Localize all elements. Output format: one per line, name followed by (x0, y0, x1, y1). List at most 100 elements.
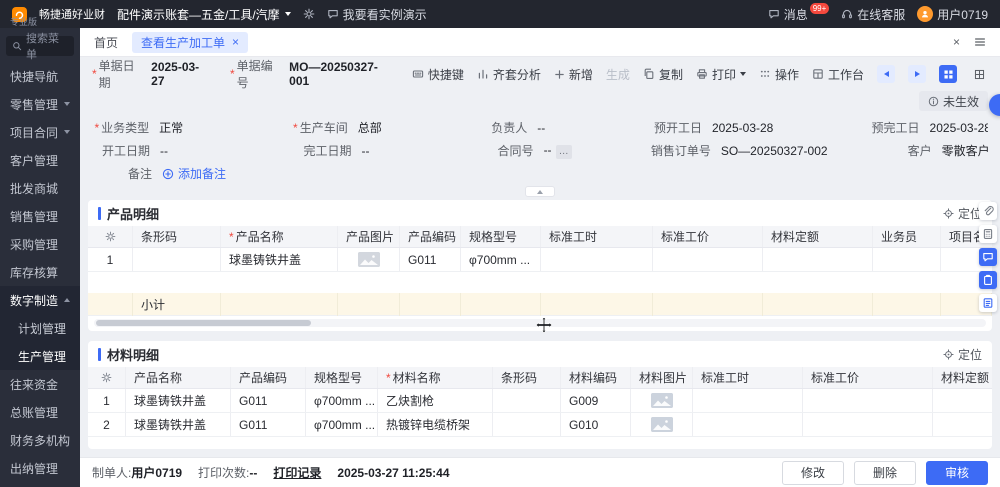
sidebar-item-project-contract[interactable]: 项目合同 (0, 118, 80, 146)
cell-material-code: G009 (561, 389, 631, 412)
contract-expand-button[interactable]: … (556, 145, 572, 159)
modify-button[interactable]: 修改 (782, 461, 844, 485)
paperclip-icon[interactable] (979, 202, 997, 220)
topbar: 畅捷通好业财 配件演示账套—五金/工具/汽摩 我要看实例演示 消息 (0, 0, 1000, 28)
demo-link[interactable]: 我要看实例演示 (327, 6, 427, 23)
col-material-quota: 材料定额 (933, 367, 992, 388)
workbench-button[interactable]: 工作台 (812, 66, 864, 83)
messages-badge: 99+ (810, 3, 830, 14)
product-detail-panel: 产品明细 定位 条形码 *产品名称 产品图片 产品编码 规格型号 标准工时 标准… (88, 200, 992, 331)
generate-button: 生成 (606, 66, 630, 83)
cell-barcode (133, 248, 221, 271)
column-settings-gear-icon[interactable] (88, 226, 133, 247)
material-thumbnail[interactable] (651, 393, 673, 408)
col-spec: 规格型号 (461, 226, 541, 247)
sidebar-item-quick-nav[interactable]: 快捷导航 (0, 62, 80, 90)
sidebar-item-sales[interactable]: 销售管理 (0, 202, 80, 230)
chevron-down-icon (64, 102, 70, 106)
chevron-down-icon (285, 12, 291, 16)
info-icon (928, 96, 939, 107)
add-remark-link[interactable]: 添加备注 (162, 165, 226, 182)
floating-toolbar (979, 202, 997, 312)
cell-material-name: 热镀锌电缆桥架 (378, 413, 493, 436)
doc-date-value: 2025-03-27 (151, 60, 208, 88)
field-value-start-date: -- (160, 144, 274, 158)
col-material-quota: 材料定额 (763, 226, 873, 247)
sidebar-item-cashier[interactable]: 出纳管理 (0, 454, 80, 482)
material-locate-button[interactable]: 定位 (943, 346, 982, 363)
next-record-button[interactable] (908, 65, 926, 83)
grid-view-button[interactable] (970, 65, 988, 83)
sidebar-group-digital-manufacturing: 数字制造 计划管理 生产管理 (0, 286, 80, 370)
prev-record-button[interactable] (877, 65, 895, 83)
sidebar-item-retail[interactable]: 零售管理 (0, 90, 80, 118)
sidebar-item-purchase[interactable]: 采购管理 (0, 230, 80, 258)
shortcut-button[interactable]: 快捷键 (412, 66, 464, 83)
audit-button[interactable]: 审核 (926, 461, 988, 485)
message-icon (768, 8, 780, 20)
creator-field: 制单人:用户0719 (92, 464, 182, 481)
field-label-remark: 备注 (92, 165, 162, 182)
notebook-icon[interactable] (979, 294, 997, 312)
sidebar-item-wholesale-mall[interactable]: 批发商城 (0, 174, 80, 202)
column-settings-gear-icon[interactable] (88, 367, 126, 388)
product-panel-title: 产品明细 (98, 204, 159, 223)
tab-list-icon[interactable] (974, 36, 986, 48)
demo-link-label: 我要看实例演示 (343, 6, 427, 23)
field-value-business-type: 正常 (159, 119, 271, 136)
clipboard-float-icon[interactable] (979, 271, 997, 289)
settings-gear-icon[interactable] (303, 8, 315, 20)
user-menu[interactable]: 用户0719 (917, 6, 988, 23)
support-button[interactable]: 在线客服 (841, 6, 905, 23)
sidebar-item-general-ledger[interactable]: 总账管理 (0, 398, 80, 426)
chevron-down-icon (64, 130, 70, 134)
cell-material-image[interactable] (631, 413, 693, 436)
delete-button[interactable]: 删除 (854, 461, 916, 485)
sidebar-item-plan-mgmt[interactable]: 计划管理 (0, 314, 80, 342)
cell-spec: φ700mm ... (306, 389, 378, 412)
messages-button[interactable]: 消息 99+ (768, 6, 830, 23)
operate-button[interactable]: 操作 (759, 66, 799, 83)
doc-form: *业务类型 正常 *生产车间 总部 负责人 -- 预开工日 2025-03-28… (80, 113, 1000, 185)
cell-spec: φ700mm ... (461, 248, 541, 271)
cell-material-image[interactable] (631, 389, 693, 412)
tab-close-icon[interactable]: × (232, 36, 239, 48)
calculator-icon[interactable] (979, 225, 997, 243)
sidebar-item-funds[interactable]: 往来资金 (0, 370, 80, 398)
kit-analysis-button[interactable]: 齐套分析 (477, 66, 541, 83)
col-barcode: 条形码 (133, 226, 221, 247)
col-std-rate: 标准工价 (803, 367, 933, 388)
tab-home[interactable]: 首页 (94, 34, 118, 51)
col-product-name: 产品名称 (126, 367, 231, 388)
sidebar-item-inventory[interactable]: 库存核算 (0, 258, 80, 286)
sidebar-item-finance-multi-org[interactable]: 财务多机构 (0, 426, 80, 454)
cell-product-image[interactable] (338, 248, 400, 271)
add-button[interactable]: 新增 (554, 66, 593, 83)
account-set-selector[interactable]: 配件演示账套—五金/工具/汽摩 (117, 6, 291, 23)
product-locate-button[interactable]: 定位 (943, 205, 982, 222)
close-all-tabs-icon[interactable]: × (953, 35, 960, 49)
material-thumbnail[interactable] (651, 417, 673, 432)
grid-view-button-active[interactable] (939, 65, 957, 83)
copy-button[interactable]: 复制 (643, 66, 683, 83)
scrollbar-thumb[interactable] (96, 320, 311, 326)
material-detail-panel: 材料明细 定位 产品名称 产品编码 规格型号 *材料名称 条形码 材料编码 材料… (88, 341, 992, 449)
edition-label: 专业版 (10, 15, 37, 28)
sidebar-item-digital-manufacturing[interactable]: 数字制造 (0, 286, 80, 314)
tab-view-production-order[interactable]: 查看生产加工单 × (132, 32, 248, 53)
collapse-handle[interactable] (525, 186, 555, 197)
print-record-link[interactable]: 打印记录 (273, 464, 321, 481)
search-placeholder: 搜索菜单 (26, 30, 68, 62)
print-button[interactable]: 打印 (696, 66, 746, 83)
sidebar-item-customer[interactable]: 客户管理 (0, 146, 80, 174)
product-thumbnail[interactable] (358, 252, 380, 267)
chat-float-icon[interactable] (979, 248, 997, 266)
sidebar-item-production-mgmt[interactable]: 生产管理 (0, 342, 80, 370)
cell-material-name: 乙炔割枪 (378, 389, 493, 412)
field-label-owner: 负责人 (470, 119, 537, 136)
row-index: 1 (88, 389, 126, 412)
menu-search-input[interactable]: 搜索菜单 (6, 36, 74, 56)
col-salesperson: 业务员 (873, 226, 941, 247)
print-count-field: 打印次数:-- (198, 464, 257, 481)
footer-bar: 制单人:用户0719 打印次数:-- 打印记录 2025-03-27 11:25… (80, 457, 1000, 487)
